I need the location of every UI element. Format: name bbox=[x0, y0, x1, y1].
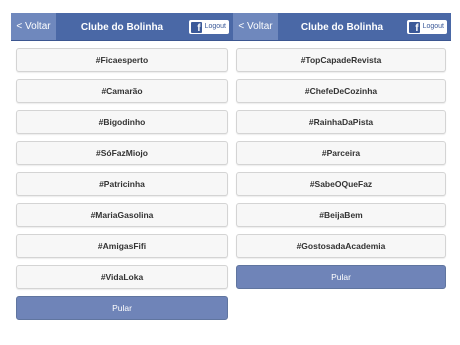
navbar: < Voltar Clube do Bolinha f Logout bbox=[233, 13, 451, 41]
hashtag-button[interactable]: #Patricinha bbox=[16, 172, 228, 196]
back-button[interactable]: < Voltar bbox=[11, 13, 56, 40]
hashtag-button[interactable]: #Camarão bbox=[16, 79, 228, 103]
page-title: Clube do Bolinha bbox=[80, 22, 164, 33]
hashtag-list: #TopCapadeRevista #ChefeDeCozinha #Rainh… bbox=[233, 41, 451, 289]
facebook-icon: f bbox=[408, 21, 420, 33]
app-canvas: < Voltar Clube do Bolinha f Logout #Fica… bbox=[0, 0, 460, 345]
facebook-logout-button[interactable]: f Logout bbox=[188, 20, 229, 34]
skip-button[interactable]: Pular bbox=[16, 296, 228, 320]
page-title: Clube do Bolinha bbox=[300, 22, 384, 33]
hashtag-button[interactable]: #AmigasFifi bbox=[16, 234, 228, 258]
hashtag-button[interactable]: #VidaLoka bbox=[16, 265, 228, 289]
hashtag-button[interactable]: #ChefeDeCozinha bbox=[236, 79, 446, 103]
hashtag-button[interactable]: #Parceira bbox=[236, 141, 446, 165]
hashtag-button[interactable]: #TopCapadeRevista bbox=[236, 48, 446, 72]
facebook-icon: f bbox=[190, 21, 202, 33]
facebook-logout-button[interactable]: f Logout bbox=[406, 20, 447, 34]
logout-label: Logout bbox=[204, 23, 226, 30]
hashtag-button[interactable]: #Ficaesperto bbox=[16, 48, 228, 72]
hashtag-button[interactable]: #GostosadaAcademia bbox=[236, 234, 446, 258]
hashtag-button[interactable]: #BeijaBem bbox=[236, 203, 446, 227]
hashtag-list: #Ficaesperto #Camarão #Bigodinho #SóFazM… bbox=[11, 41, 233, 320]
screen-left: < Voltar Clube do Bolinha f Logout #Fica… bbox=[11, 13, 233, 320]
hashtag-button[interactable]: #Bigodinho bbox=[16, 110, 228, 134]
logout-label: Logout bbox=[422, 23, 444, 30]
navbar: < Voltar Clube do Bolinha f Logout bbox=[11, 13, 233, 41]
hashtag-button[interactable]: #RainhaDaPista bbox=[236, 110, 446, 134]
hashtag-button[interactable]: #MariaGasolina bbox=[16, 203, 228, 227]
back-button[interactable]: < Voltar bbox=[233, 13, 278, 40]
hashtag-button[interactable]: #SóFazMiojo bbox=[16, 141, 228, 165]
hashtag-button[interactable]: #SabeOQueFaz bbox=[236, 172, 446, 196]
skip-button[interactable]: Pular bbox=[236, 265, 446, 289]
screen-right: < Voltar Clube do Bolinha f Logout #TopC… bbox=[233, 13, 451, 289]
